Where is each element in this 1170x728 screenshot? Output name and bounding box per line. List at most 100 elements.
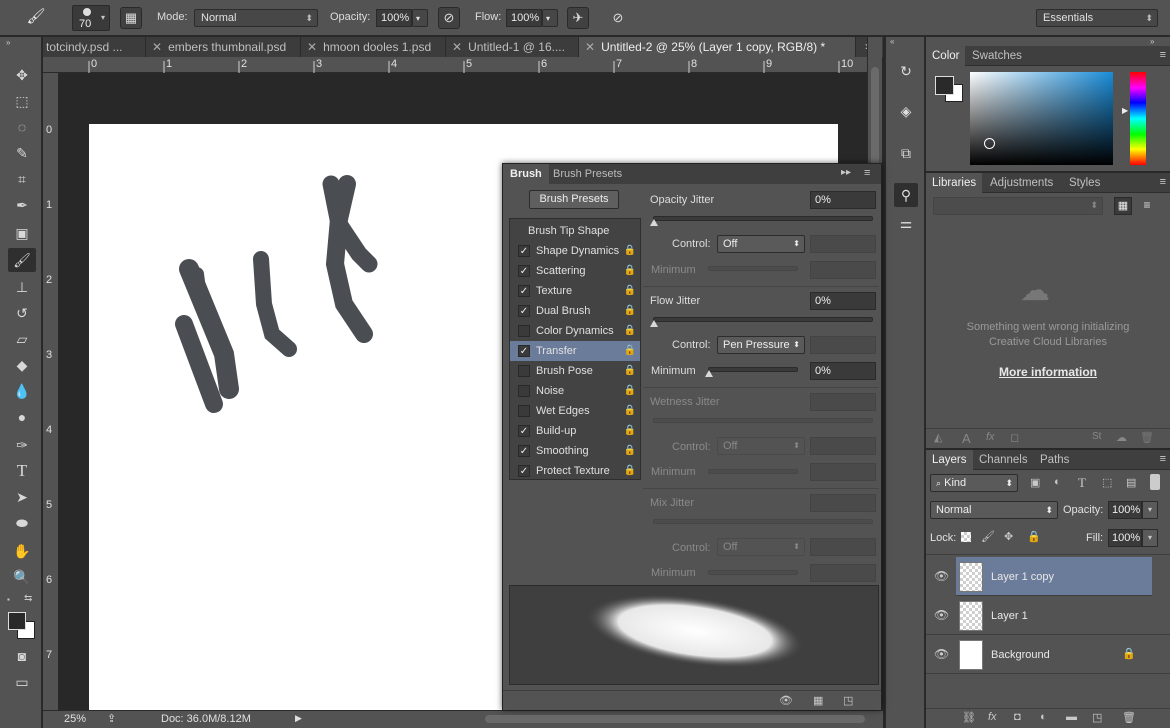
panel-menu-icon[interactable]: ≡	[1160, 453, 1166, 465]
checkbox[interactable]	[518, 405, 530, 417]
list-item-shape-dynamics[interactable]: ✓ Shape Dynamics 🔒	[510, 241, 640, 261]
panel-menu-icon[interactable]: ≡	[1160, 49, 1166, 61]
flow-jitter-field[interactable]: 0%	[810, 292, 876, 310]
eraser-tool-icon[interactable]: ▱	[8, 327, 36, 351]
dodge-tool-icon[interactable]: ●	[8, 405, 36, 429]
link-layers-icon[interactable]: ⛓	[962, 711, 976, 724]
hue-slider-arrow-icon[interactable]: ▶	[1122, 106, 1128, 115]
brush-tool-icon[interactable]: 🖌	[8, 248, 36, 272]
flow-minimum-field[interactable]: 0%	[810, 362, 876, 380]
list-item-protect-texture[interactable]: ✓ Protect Texture 🔒	[510, 461, 640, 481]
layer-row-background[interactable]: 👁 Background 🔒	[926, 635, 1170, 674]
foreground-color-swatch[interactable]	[935, 76, 954, 95]
lasso-tool-icon[interactable]: ◌	[8, 115, 36, 139]
swap-colors-icon[interactable]: ⇆	[24, 593, 32, 604]
close-icon[interactable]: ✕	[152, 40, 162, 54]
opacity-field[interactable]: 100%	[376, 9, 412, 27]
path-select-tool-icon[interactable]: ➤	[8, 485, 36, 509]
tab-embers-thumbnail[interactable]: ✕ embers thumbnail.psd	[146, 37, 301, 57]
brush-presets-button[interactable]: Brush Presets	[529, 190, 619, 209]
close-icon[interactable]: ✕	[452, 40, 462, 54]
tab-paths[interactable]: Paths	[1034, 450, 1075, 470]
tab-swatches[interactable]: Swatches	[966, 46, 1028, 66]
default-colors-icon[interactable]: ▪	[7, 595, 10, 604]
lock-icon[interactable]: 🔒	[624, 361, 636, 381]
horizontal-scrollbar[interactable]	[485, 715, 865, 723]
fx-icon[interactable]: fx	[988, 711, 997, 723]
panel-menu-icon[interactable]: ≡	[864, 167, 870, 179]
layer-row-layer-1[interactable]: 👁 Layer 1	[926, 596, 1170, 635]
list-item-noise[interactable]: Noise 🔒	[510, 381, 640, 401]
slider-thumb[interactable]	[650, 219, 658, 226]
tab-color[interactable]: Color	[926, 46, 966, 66]
list-item-transfer[interactable]: ✓ Transfer 🔒	[510, 341, 640, 361]
checkbox[interactable]: ✓	[518, 465, 530, 477]
add-mask-icon[interactable]: ◘	[1014, 711, 1021, 723]
screen-mode-icon[interactable]: ▭	[8, 670, 36, 694]
zoom-tool-icon[interactable]: 🔍	[8, 565, 36, 589]
checkbox[interactable]	[518, 385, 530, 397]
type-tool-icon[interactable]: T	[8, 459, 36, 483]
brush-panel-icon[interactable]: ⚌	[894, 211, 918, 235]
grid-icon[interactable]: ▦	[813, 694, 823, 707]
lock-icon[interactable]: 🔒	[624, 241, 636, 261]
color-picker-handle[interactable]	[984, 138, 995, 149]
tab-adjustments[interactable]: Adjustments	[984, 173, 1059, 193]
flow-minimum-slider[interactable]	[705, 367, 798, 377]
stamp-tool-icon[interactable]: ⊥	[8, 275, 36, 299]
filter-toggle-icon[interactable]	[1150, 474, 1160, 490]
toggle-preview-icon[interactable]: 👁	[779, 694, 793, 707]
lock-icon[interactable]: 🔒	[624, 301, 636, 321]
slider-thumb[interactable]	[705, 370, 713, 377]
filter-adjustment-icon[interactable]: ◐	[1054, 476, 1061, 488]
tab-hmoon-dooles[interactable]: ✕ hmoon dooles 1.psd	[301, 37, 446, 57]
checkbox[interactable]	[518, 365, 530, 377]
lock-icon[interactable]: 🔒	[624, 321, 636, 341]
eyedropper-tool-icon[interactable]: ✒	[8, 193, 36, 217]
marquee-tool-icon[interactable]: ⬚	[8, 89, 36, 113]
lock-all-icon[interactable]: 🔒	[1027, 530, 1041, 543]
new-layer-icon[interactable]: ◳	[1092, 711, 1102, 724]
hand-tool-icon[interactable]: ✋	[8, 539, 36, 563]
lock-icon[interactable]: 🔒	[624, 421, 636, 441]
list-item-brush-tip-shape[interactable]: Brush Tip Shape	[510, 221, 640, 241]
checkbox[interactable]	[518, 325, 530, 337]
checkbox[interactable]: ✓	[518, 285, 530, 297]
tab-layers[interactable]: Layers	[926, 450, 973, 470]
tab-untitled-2[interactable]: ✕ Untitled-2 @ 25% (Layer 1 copy, RGB/8) …	[579, 37, 856, 57]
list-item-texture[interactable]: ✓ Texture 🔒	[510, 281, 640, 301]
tab-brush[interactable]: Brush	[503, 164, 549, 184]
lock-icon[interactable]: 🔒	[624, 261, 636, 281]
visibility-eye-icon[interactable]: 👁	[934, 569, 949, 583]
list-item-smoothing[interactable]: ✓ Smoothing 🔒	[510, 441, 640, 461]
close-icon[interactable]: ✕	[585, 40, 595, 54]
collapse-arrows-icon[interactable]: «	[890, 37, 894, 46]
fill-dropdown[interactable]: ▾	[1142, 529, 1158, 547]
list-item-wet-edges[interactable]: Wet Edges 🔒	[510, 401, 640, 421]
checkbox[interactable]: ✓	[518, 345, 530, 357]
share-icon[interactable]: ⇪	[107, 712, 116, 725]
checkbox[interactable]: ✓	[518, 245, 530, 257]
opacity-control-select[interactable]: Off ⬍	[717, 235, 805, 253]
layer-filter-select[interactable]: ⌕ Kind ⬍	[930, 474, 1018, 492]
slider-thumb[interactable]	[650, 320, 658, 327]
pen-tool-icon[interactable]: ✑	[8, 433, 36, 457]
checkbox[interactable]: ✓	[518, 265, 530, 277]
status-menu-arrow-icon[interactable]: ▶	[295, 713, 302, 724]
crop-tool-icon[interactable]: ⌗	[8, 167, 36, 191]
brush-panel-toggle-icon[interactable]: ▦	[120, 7, 142, 29]
tab-channels[interactable]: Channels	[973, 450, 1034, 470]
list-item-dual-brush[interactable]: ✓ Dual Brush 🔒	[510, 301, 640, 321]
zoom-level[interactable]: 25%	[64, 713, 86, 725]
lock-position-icon[interactable]: ✥	[1004, 530, 1013, 543]
visibility-eye-icon[interactable]: 👁	[934, 647, 949, 661]
checkbox[interactable]: ✓	[518, 445, 530, 457]
layer-row-layer-1-copy[interactable]: Layer 1 copy	[956, 557, 1152, 596]
flow-control-select[interactable]: Pen Pressure ⬍	[717, 336, 805, 354]
flow-dropdown[interactable]: ▾	[542, 9, 558, 27]
lock-brush-icon[interactable]: 🖌	[981, 530, 995, 543]
history-brush-tool-icon[interactable]: ↺	[8, 301, 36, 325]
filter-pixel-icon[interactable]: ▣	[1030, 476, 1040, 489]
lock-icon[interactable]: 🔒	[624, 461, 636, 481]
lock-icon[interactable]: 🔒	[624, 441, 636, 461]
